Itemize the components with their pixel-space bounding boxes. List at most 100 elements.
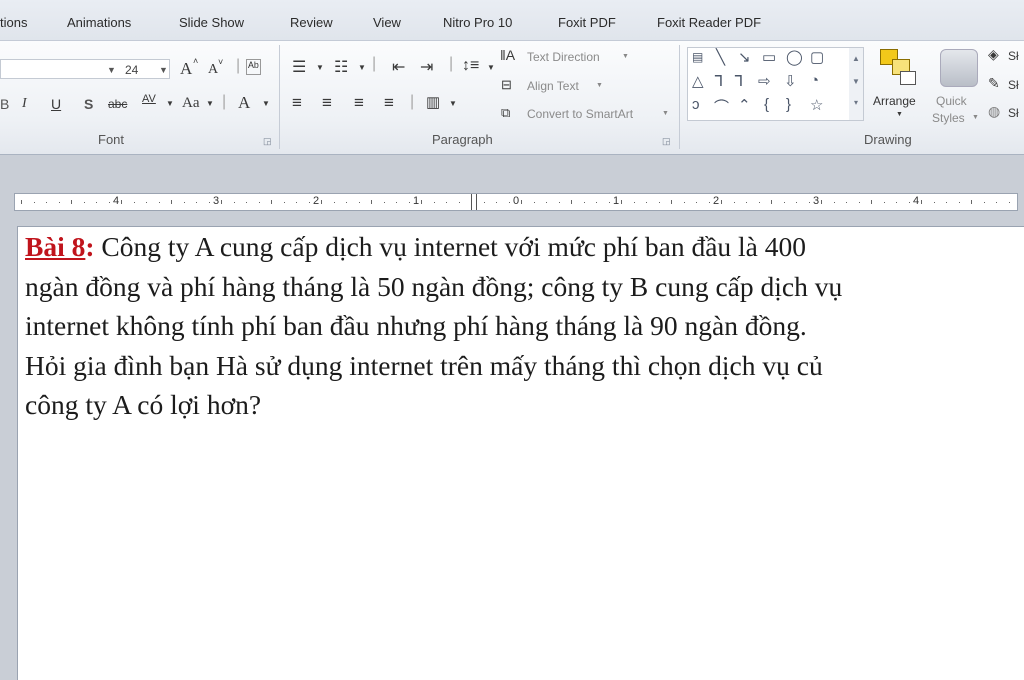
shape-effects-button[interactable]: Sł: [1008, 106, 1019, 120]
tab-nitro-pro[interactable]: Nitro Pro 10: [443, 15, 512, 30]
font-size-combo[interactable]: ▼ 24 ▼: [0, 59, 170, 79]
chevron-down-icon: ▼: [896, 111, 903, 118]
align-left-icon[interactable]: ≡: [292, 93, 302, 113]
shapes-gallery[interactable]: ▤ ╲ ↘ ▭ ◯ ▢ △ ᒣ ᒣ ⇨ ⇩ ◔ ↄ ⌒ ⌃ { } ☆: [687, 47, 851, 121]
arrow-shape-icon[interactable]: ↘: [738, 48, 751, 66]
shrink-font-button[interactable]: A: [208, 62, 218, 78]
font-color-button[interactable]: A: [238, 93, 250, 113]
ruler-tick: [383, 202, 385, 203]
triangle-shape-icon[interactable]: △: [692, 72, 704, 90]
ruler-tick: [808, 202, 810, 203]
tab-review[interactable]: Review: [290, 15, 333, 30]
ruler-tick: [408, 202, 410, 203]
ruler-tick: [908, 202, 910, 203]
line-spacing-icon[interactable]: ↕≡: [462, 57, 479, 75]
tab-view[interactable]: View: [373, 15, 401, 30]
indent-marker-icon[interactable]: [471, 194, 477, 210]
grow-font-button[interactable]: A: [180, 59, 192, 79]
tab-animations[interactable]: Animations: [67, 15, 131, 30]
ruler-tick: [771, 200, 772, 204]
rectangle-shape-icon[interactable]: ▭: [762, 48, 776, 66]
gallery-more-icon[interactable]: ▾: [849, 98, 863, 107]
text-line-1-body: Công ty A cung cấp dịch vụ internet với …: [94, 231, 806, 262]
ruler-mark: 1: [413, 195, 420, 207]
slide-text-box[interactable]: Bài 8: Công ty A cung cấp dịch vụ intern…: [25, 227, 1024, 425]
textbox-shape-icon[interactable]: ▤: [692, 50, 703, 64]
oval-shape-icon[interactable]: ◯: [786, 48, 803, 66]
justify-icon[interactable]: ≡: [384, 93, 394, 113]
quick-styles-label-1[interactable]: Quick: [936, 94, 967, 108]
chevron-down-icon: ▼: [596, 82, 603, 89]
ruler-tick: [308, 202, 310, 203]
ruler-tick: [796, 202, 797, 203]
bullets-icon[interactable]: ☰: [292, 57, 306, 77]
freeform-shape-icon[interactable]: ↄ: [692, 96, 700, 113]
right-arrow-shape-icon[interactable]: ⇨: [758, 72, 771, 90]
star-shape-icon[interactable]: ☆: [810, 96, 823, 114]
elbow-connector-icon[interactable]: ᒣ: [714, 72, 723, 90]
ruler-tick: [858, 202, 860, 203]
quick-styles-label-2[interactable]: Styles: [932, 111, 965, 125]
left-brace-shape-icon[interactable]: {: [764, 96, 769, 113]
font-dialog-launcher-icon[interactable]: ◲: [263, 136, 272, 147]
scroll-up-icon[interactable]: ▲: [849, 54, 863, 63]
curve-shape-icon[interactable]: ⌃: [738, 96, 751, 114]
bold-partial-icon[interactable]: B: [0, 96, 9, 112]
arc-shape-icon[interactable]: ⌒: [714, 96, 729, 117]
ruler-tick: [196, 202, 197, 203]
align-right-icon[interactable]: ≡: [354, 93, 364, 113]
shadow-button[interactable]: S: [84, 96, 93, 112]
rounded-rectangle-shape-icon[interactable]: ▢: [810, 48, 824, 66]
paragraph-dialog-launcher-icon[interactable]: ◲: [662, 136, 671, 147]
shapes-gallery-scrollbar[interactable]: ▲ ▼ ▾: [849, 47, 864, 121]
ruler-tick: [508, 202, 510, 203]
italic-button[interactable]: I: [22, 96, 27, 112]
shape-outline-button[interactable]: Sł: [1008, 78, 1019, 92]
ruler-tick: [33, 202, 35, 203]
ruler-tick: [733, 202, 735, 203]
columns-icon[interactable]: ▥: [426, 93, 440, 111]
ruler-tick: [321, 200, 322, 204]
increase-indent-icon[interactable]: ⇥: [420, 57, 433, 77]
tab-foxit-reader-pdf[interactable]: Foxit Reader PDF: [657, 15, 761, 30]
shape-fill-icon[interactable]: ◈: [988, 46, 999, 63]
line-shape-icon[interactable]: ╲: [716, 48, 725, 66]
underline-button[interactable]: U: [51, 96, 61, 112]
horizontal-ruler[interactable]: 4 3 2 1 0 1 2 3 4: [14, 193, 1018, 211]
ruler-tick: [871, 200, 872, 204]
clear-formatting-icon[interactable]: ᴬᵇ: [246, 59, 261, 75]
text-direction-button[interactable]: Text Direction: [527, 50, 600, 64]
right-brace-shape-icon[interactable]: }: [786, 96, 791, 113]
chevron-down-icon: ▼: [487, 63, 495, 72]
decrease-indent-icon[interactable]: ⇤: [392, 57, 405, 77]
shape-effects-icon[interactable]: ◍: [988, 103, 1000, 120]
down-arrow-shape-icon[interactable]: ⇩: [784, 72, 797, 90]
quick-styles-icon: [940, 49, 978, 87]
shrink-arrow-icon: ˅: [218, 57, 224, 67]
slide-canvas[interactable]: Bài 8: Công ty A cung cấp dịch vụ intern…: [17, 226, 1024, 680]
chevron-down-icon: ▼: [316, 63, 324, 72]
shape-fill-button[interactable]: Sł: [1008, 49, 1019, 63]
numbering-icon[interactable]: ☷: [334, 57, 348, 77]
align-center-icon[interactable]: ≡: [322, 93, 332, 113]
scroll-down-icon[interactable]: ▼: [849, 77, 863, 86]
heading-colon: :: [85, 231, 95, 262]
tab-foxit-pdf[interactable]: Foxit PDF: [558, 15, 616, 30]
chord-shape-icon[interactable]: ◔: [810, 72, 819, 89]
align-text-button[interactable]: Align Text: [527, 79, 579, 93]
ruler-tick: [883, 202, 885, 203]
strikethrough-button[interactable]: abc: [108, 97, 127, 111]
character-spacing-button[interactable]: AV: [142, 93, 156, 105]
shape-outline-icon[interactable]: ✎: [988, 75, 1000, 92]
convert-smartart-button[interactable]: Convert to SmartArt: [527, 107, 633, 121]
grow-arrow-icon: ˄: [193, 56, 199, 66]
ruler-tick: [496, 202, 497, 203]
ruler-tick: [58, 202, 60, 203]
elbow-arrow-icon[interactable]: ᒣ: [734, 72, 743, 90]
ruler-tick: [108, 202, 110, 203]
text-line-2: ngàn đồng và phí hàng tháng là 50 ngàn đ…: [25, 270, 843, 302]
tab-slide-show[interactable]: Slide Show: [179, 15, 244, 30]
tab-transitions[interactable]: tions: [0, 15, 27, 30]
change-case-button[interactable]: Aa: [182, 95, 200, 112]
arrange-button[interactable]: Arrange: [873, 94, 916, 108]
